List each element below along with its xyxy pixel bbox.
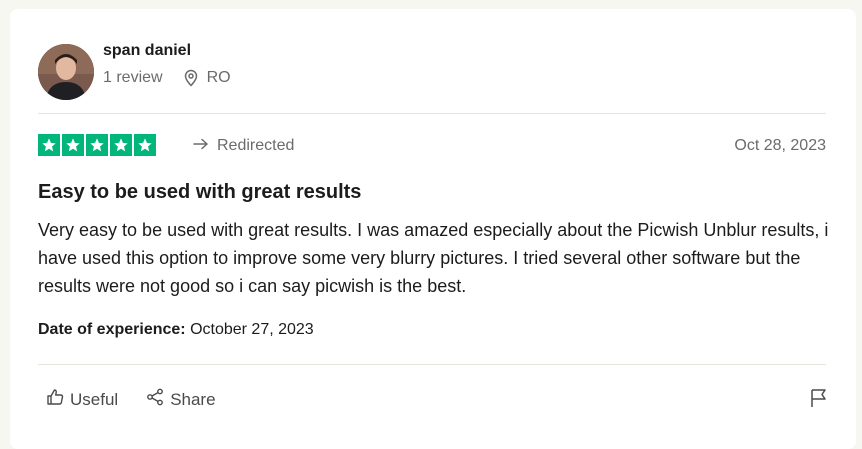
review-date: Oct 28, 2023 (734, 137, 826, 154)
location-pin-icon (183, 69, 199, 87)
share-label: Share (170, 389, 216, 409)
reviewer-name[interactable]: span daniel (103, 42, 191, 60)
star-rating (38, 134, 156, 156)
redirected-badge[interactable]: Redirected (193, 137, 294, 155)
useful-label: Useful (70, 389, 119, 409)
star-icon (110, 134, 132, 156)
experience-date: October 27, 2023 (190, 321, 314, 338)
avatar[interactable] (38, 44, 94, 100)
experience-label: Date of experience: (38, 321, 186, 338)
divider (38, 113, 826, 114)
useful-button[interactable]: Useful (46, 388, 118, 411)
review-count: 1 review (103, 69, 163, 86)
share-icon (146, 388, 164, 411)
review-card: span daniel 1 review RO Redirected Oct 2… (10, 9, 856, 449)
reviewer-meta: 1 review RO (103, 69, 231, 87)
thumbs-up-icon (46, 388, 64, 411)
divider (38, 364, 826, 365)
review-actions: Useful Share (46, 388, 216, 411)
flag-icon (810, 389, 828, 412)
star-icon (134, 134, 156, 156)
review-body: Very easy to be used with great results.… (38, 220, 829, 296)
report-flag-button[interactable] (810, 388, 828, 413)
reviewer-country: RO (206, 69, 231, 86)
star-icon (62, 134, 84, 156)
redirected-label: Redirected (217, 137, 295, 154)
share-button[interactable]: Share (146, 388, 216, 411)
date-of-experience: Date of experience: October 27, 2023 (38, 321, 314, 339)
review-title[interactable]: Easy to be used with great results (38, 181, 361, 204)
star-icon (86, 134, 108, 156)
redirect-arrow-icon (193, 137, 209, 155)
star-icon (38, 134, 60, 156)
